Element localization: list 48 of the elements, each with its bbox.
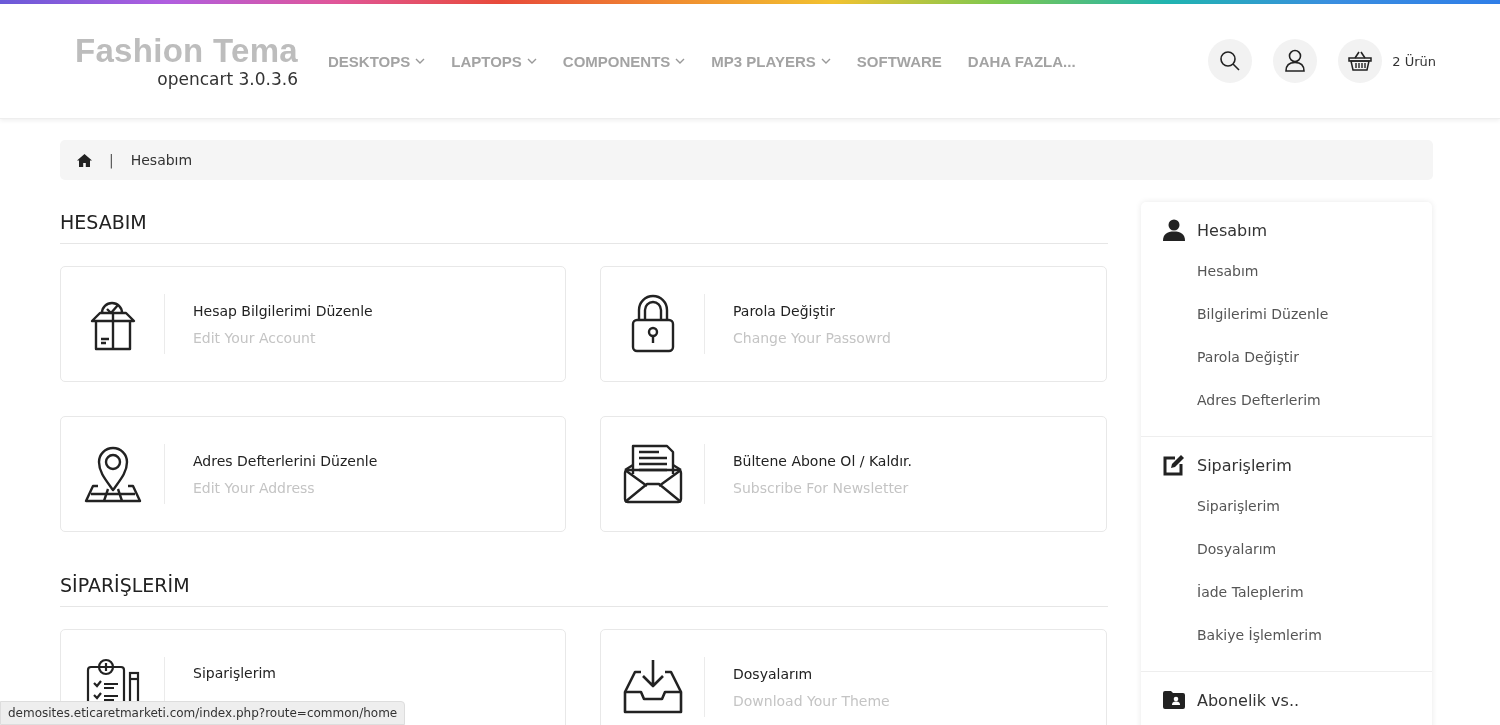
sidebar-link[interactable]: Parola Değiştir [1197, 336, 1410, 379]
breadcrumb-separator: | [109, 152, 114, 168]
padlock-icon [629, 294, 676, 354]
home-icon[interactable] [77, 153, 92, 167]
card-subtitle: Edit Your Account [193, 329, 317, 346]
card-subtitle: Download Your Theme [733, 692, 890, 709]
cart-count[interactable]: 2 Ürün [1392, 53, 1436, 69]
card-title: Parola Değiştir [733, 302, 836, 319]
account-card[interactable]: Adres Defterlerini Düzenle Edit Your Address [60, 416, 566, 532]
basket-icon [1348, 50, 1373, 72]
search-icon [1219, 50, 1242, 72]
card-title: Bültene Abone Ol / Kaldır. [733, 452, 912, 469]
sidebar-heading: Hesabım [1197, 220, 1268, 240]
sidebar-link[interactable]: Bakiye İşlemlerim [1197, 614, 1410, 657]
sidebar-link[interactable]: Hesabım [1197, 250, 1410, 293]
status-bar: demosites.eticaretmarketi.com/index.php?route=common/home [0, 701, 406, 725]
account-button[interactable] [1273, 39, 1318, 83]
account-card[interactable]: Parola Değiştir Change Your Passowrd [600, 266, 1107, 382]
map-pin-icon [83, 444, 142, 504]
breadcrumb-link[interactable]: Hesabım [130, 152, 193, 168]
card-subtitle: Edit Your Address [193, 479, 316, 496]
account-card[interactable]: Hesap Bilgilerimi Düzenle Edit Your Account [60, 266, 566, 382]
sidebar-link[interactable]: Siparişlerim [1197, 485, 1410, 528]
cart-button[interactable] [1338, 39, 1383, 83]
account-card[interactable]: Bültene Abone Ol / Kaldır. Subscribe For Newsletter [600, 416, 1107, 532]
user-icon [1284, 49, 1307, 73]
envelope-icon [622, 444, 683, 504]
user-icon [1163, 219, 1185, 241]
card-title: Dosyalarım [733, 665, 814, 682]
edit-icon [1163, 454, 1185, 476]
card-title: Hesap Bilgilerimi Düzenle [193, 302, 373, 319]
sidebar-link[interactable]: Adres Defterlerim [1197, 379, 1410, 422]
download-tray-icon [622, 658, 683, 716]
section-title: HESABIM [60, 211, 1108, 244]
section-title: SİPARİŞLERİM [60, 574, 1108, 607]
sidebar-link[interactable]: Bilgilerimi Düzenle [1197, 293, 1410, 336]
card-subtitle: Subscribe For Newsletter [733, 479, 910, 496]
card-title: Siparişlerim [193, 665, 276, 681]
sidebar-heading: Siparişlerim [1197, 455, 1292, 475]
folder-icon [1163, 691, 1185, 709]
sidebar-link[interactable]: İade Taleplerim [1197, 571, 1410, 614]
card-subtitle: Change Your Passowrd [733, 329, 891, 346]
card-title: Adres Defterlerini Düzenle [193, 452, 378, 469]
sidebar-link[interactable]: Dosyalarım [1197, 528, 1410, 571]
account-card[interactable]: Dosyalarım Download Your Theme [600, 629, 1107, 725]
logo-subtitle: opencart 3.0.3.6 [157, 68, 298, 89]
sidebar-heading: Abonelik vs.. [1197, 690, 1300, 710]
search-button[interactable] [1208, 39, 1253, 83]
